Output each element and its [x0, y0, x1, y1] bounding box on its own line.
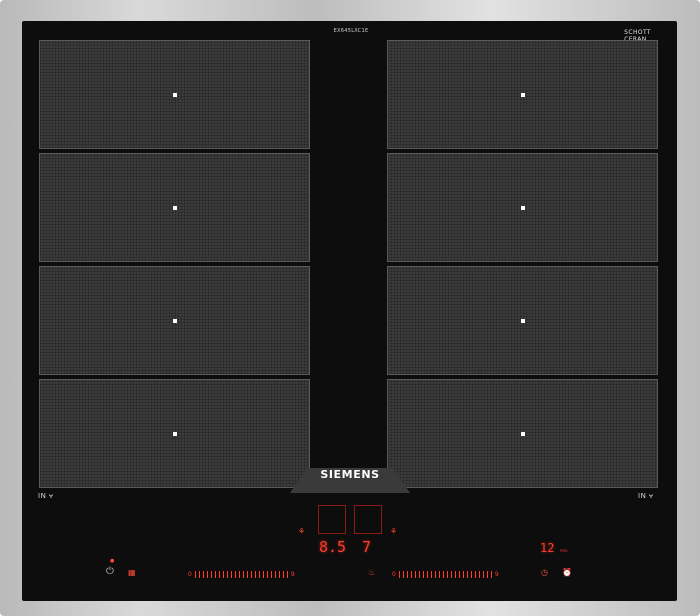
- right-zone-3[interactable]: [387, 266, 658, 375]
- left-induction-label: IN ⩝: [38, 492, 54, 501]
- zone-marker: [520, 92, 525, 97]
- zone-marker: [172, 92, 177, 97]
- zone-marker: [172, 318, 177, 323]
- slider-max-label: 9: [290, 571, 295, 578]
- display-box-right: [354, 505, 382, 534]
- slider-max-label: 9: [494, 571, 499, 578]
- pan-detect-icon: ⩝: [49, 492, 54, 500]
- slider-min-label: 0: [392, 571, 396, 578]
- secondary-display: 7: [362, 538, 372, 556]
- flame-icon[interactable]: ⚘: [298, 528, 305, 536]
- left-in-text: IN: [38, 492, 47, 500]
- glass-surface: EX645LXC1E SCHOTT CERAN SIEMENS IN ⩝ IN …: [22, 21, 677, 601]
- timer-display: 12: [540, 541, 555, 555]
- right-zone-4[interactable]: [387, 379, 658, 488]
- zone-marker: [520, 431, 525, 436]
- cooktop: EX645LXC1E SCHOTT CERAN SIEMENS IN ⩝ IN …: [0, 0, 700, 616]
- model-number: EX645LXC1E: [333, 28, 369, 34]
- alarm-icon[interactable]: ⏰: [562, 569, 572, 577]
- flame-icon[interactable]: ⚘: [390, 528, 397, 536]
- zone-marker: [520, 205, 525, 210]
- left-zone-1[interactable]: [39, 40, 310, 149]
- clock-icon[interactable]: ◷: [541, 569, 548, 577]
- zone-marker: [172, 431, 177, 436]
- power-icon[interactable]: ⏻: [106, 567, 114, 577]
- left-zone-4[interactable]: [39, 379, 310, 488]
- grid-icon[interactable]: ▦: [128, 569, 136, 577]
- power-level-display: 8.5: [319, 538, 347, 556]
- indicator-led: ●: [110, 558, 115, 564]
- zone-marker: [520, 318, 525, 323]
- glass-brand-line1: SCHOTT: [624, 29, 651, 36]
- timer-unit: min: [560, 548, 568, 553]
- right-induction-label: IN ⩝: [638, 492, 654, 501]
- pan-icon[interactable]: ♨: [368, 569, 375, 577]
- left-power-slider[interactable]: 0 9: [188, 570, 295, 579]
- left-zone-3[interactable]: [39, 266, 310, 375]
- right-zone-2[interactable]: [387, 153, 658, 262]
- brand-logo: SIEMENS: [320, 468, 380, 481]
- pan-detect-icon: ⩝: [649, 492, 654, 500]
- right-power-slider[interactable]: 0 9: [392, 570, 499, 579]
- display-box-left: [318, 505, 346, 534]
- left-zone-2[interactable]: [39, 153, 310, 262]
- zone-marker: [172, 205, 177, 210]
- right-zone-1[interactable]: [387, 40, 658, 149]
- right-in-text: IN: [638, 492, 647, 500]
- slider-min-label: 0: [188, 571, 192, 578]
